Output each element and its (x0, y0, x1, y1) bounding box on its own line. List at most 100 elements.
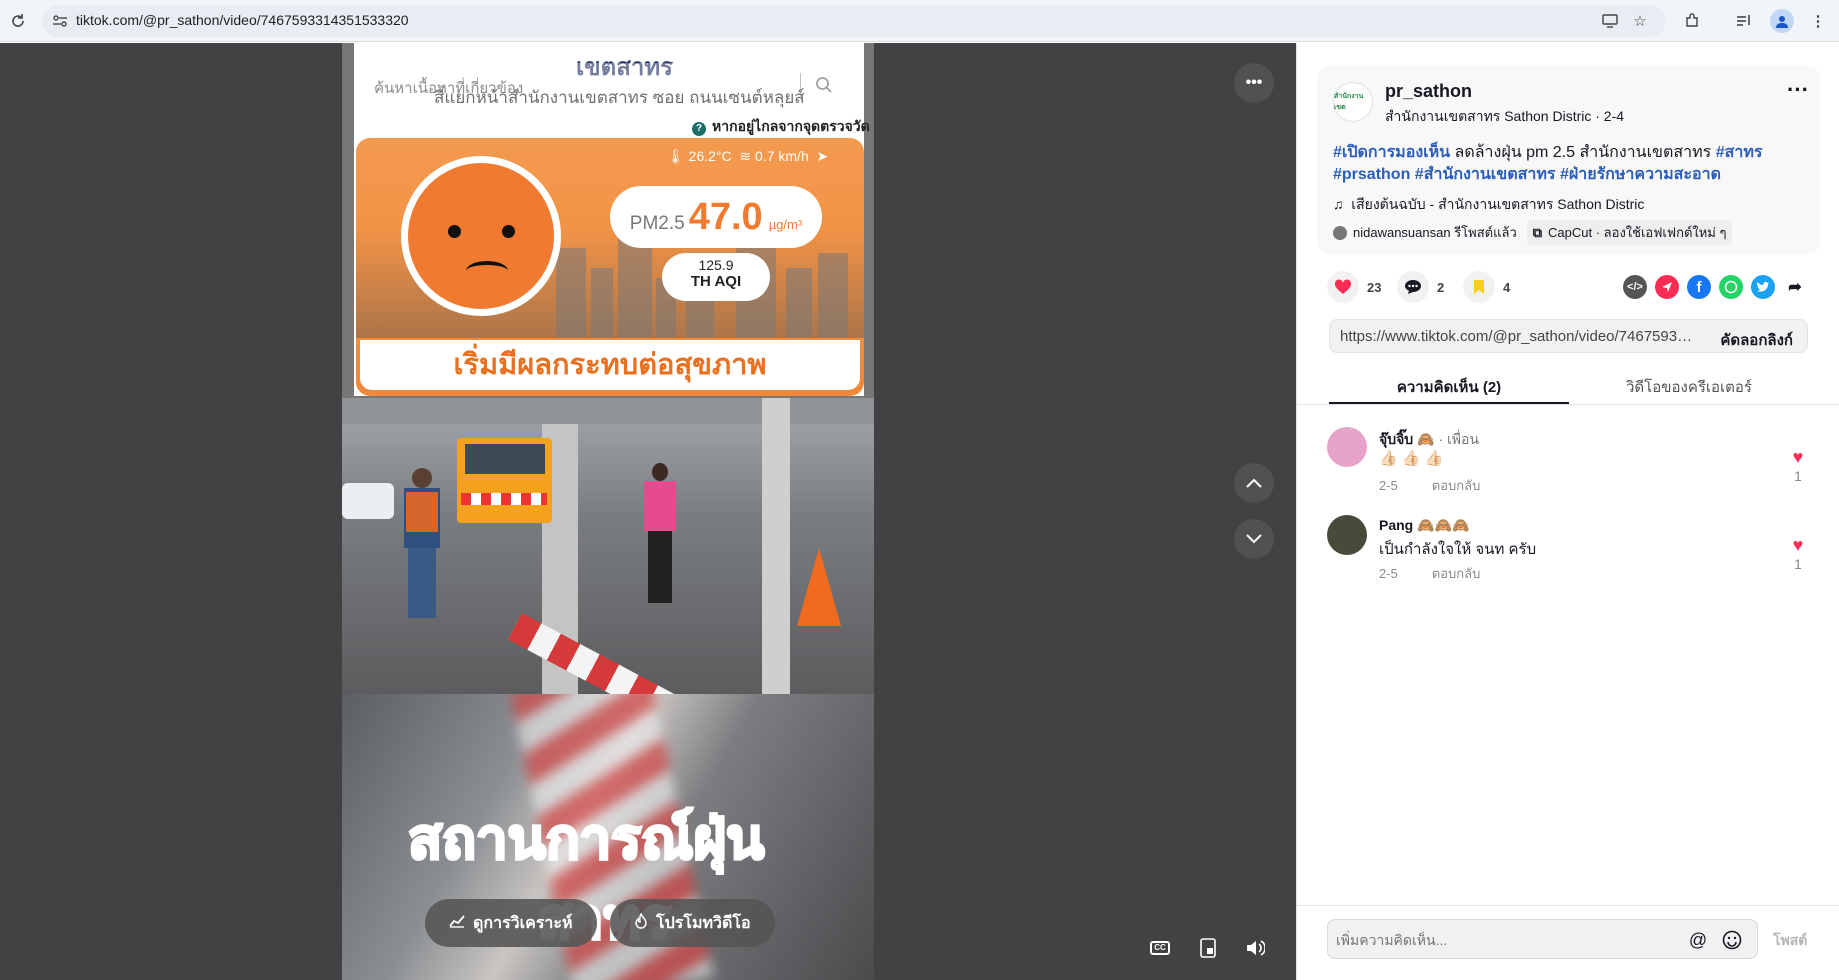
video-player-area: เขตสาทร สี่แยกหน้าสำนักงานเขตสาทร ซอย ถน… (0, 43, 1296, 980)
wind-value: 0.7 km/h (755, 148, 809, 164)
repost-text: nidawansuansan รีโพสต์แล้ว (1353, 225, 1517, 240)
chart-icon (449, 914, 465, 932)
tab-comments[interactable]: ความคิดเห็น (2) (1329, 375, 1569, 399)
repost-chip[interactable]: nidawansuansan รีโพสต์แล้ว (1333, 220, 1517, 245)
reply-button[interactable]: ตอบกลับ (1432, 478, 1481, 493)
like-count: 23 (1367, 279, 1382, 295)
music-note-icon: ♫ (1333, 196, 1344, 212)
truck (457, 438, 552, 523)
active-tab-indicator (1329, 402, 1569, 404)
comment-composer: @ โพสต์ (1297, 905, 1839, 980)
music-info[interactable]: ♫ เสียงต้นฉบับ - สำนักงานเขตสาทร Sathon … (1333, 194, 1644, 216)
commenter-name[interactable]: จุ๊บจิ๊บ 🙈 · เพื่อน (1379, 429, 1479, 451)
aqi-label: TH AQI (690, 273, 742, 290)
analytics-button[interactable]: ดูการวิเคราะห์ (425, 899, 597, 947)
address-bar[interactable]: tiktok.com/@pr_sathon/video/746759331435… (42, 5, 1666, 37)
commenter-avatar[interactable] (1327, 427, 1367, 467)
mention-icon[interactable]: @ (1686, 928, 1710, 952)
commenter-name[interactable]: Pang 🙈🙈🙈 (1379, 517, 1469, 534)
video-search-bar[interactable]: ค้นหาเนื้อหาที่เกี่ยวข้อง (356, 63, 856, 107)
post-more-icon[interactable]: ··· (1784, 79, 1812, 108)
car (342, 483, 394, 519)
browser-toolbar: tiktok.com/@pr_sathon/video/746759331435… (0, 0, 1839, 42)
promote-label: โปรโมทวิดีโอ (656, 914, 751, 932)
heart-icon (1327, 271, 1359, 303)
bookmark-star-icon[interactable]: ☆ (1630, 11, 1650, 31)
hashtag-link[interactable]: #prsathon (1333, 166, 1410, 183)
promote-button[interactable]: โปรโมทวิดีโอ (610, 899, 775, 947)
more-options-icon[interactable]: ••• (1234, 63, 1274, 103)
comment-meta: 2-5 ตอบกลับ (1379, 563, 1480, 584)
flame-icon (634, 912, 648, 933)
post-info-card: สำนักงานเขต pr_sathon สำนักงานเขตสาทร Sa… (1317, 66, 1820, 254)
chevron-down-icon[interactable] (1234, 519, 1274, 559)
floating-player-icon[interactable] (1193, 933, 1223, 963)
comment-like[interactable]: ♥ 1 (1786, 447, 1810, 484)
pm-unit: µg/m³ (768, 217, 803, 232)
twitter-icon[interactable] (1751, 275, 1775, 299)
comment-like-count: 1 (1794, 468, 1802, 484)
extensions-icon[interactable] (1680, 9, 1704, 33)
send-icon[interactable] (1655, 275, 1679, 299)
post-chips: nidawansuansan รีโพสต์แล้ว ⧉ CapCut · ลอง… (1333, 220, 1733, 245)
comment-input[interactable] (1336, 929, 1666, 951)
hashtag-link[interactable]: #สาทร (1716, 144, 1763, 161)
site-info-icon[interactable] (50, 11, 70, 31)
worker-figure (398, 468, 446, 618)
like-button[interactable]: 23 (1327, 271, 1381, 303)
search-icon[interactable] (812, 73, 836, 97)
video-caption-line1: สถานการณ์ฝุ่น (406, 806, 765, 872)
blurred-footage: สถานการณ์ฝุ่น สาทร (342, 694, 874, 980)
comment-like[interactable]: ♥ 1 (1786, 535, 1810, 572)
video-search-placeholder: ค้นหาเนื้อหาที่เกี่ยวข้อง (374, 80, 524, 97)
hashtag-link[interactable]: #ฝ่ายรักษาความสะอาด (1560, 166, 1721, 183)
hashtag-link[interactable]: #เปิดการมองเห็น (1333, 144, 1450, 161)
video-link[interactable]: https://www.tiktok.com/@pr_sathon/video/… (1340, 328, 1700, 345)
facebook-icon[interactable]: f (1687, 275, 1711, 299)
chevron-up-icon[interactable] (1234, 463, 1274, 503)
aqi-index: 125.9 TH AQI (662, 253, 770, 301)
commenter-name-text: จุ๊บจิ๊บ 🙈 (1379, 431, 1435, 447)
hashtag-link[interactable]: #สำนักงานเขตสาทร (1415, 166, 1556, 183)
avatar[interactable]: สำนักงานเขต (1333, 82, 1373, 122)
copy-link-button[interactable]: คัดลอกลิงก์ (1720, 328, 1793, 352)
heart-icon: ♥ (1792, 447, 1804, 467)
whatsapp-icon[interactable] (1719, 275, 1743, 299)
reposter-avatar (1333, 225, 1347, 240)
username[interactable]: pr_sathon (1385, 81, 1472, 102)
pedestrian-figure (640, 463, 680, 603)
heart-icon: ♥ (1792, 535, 1804, 555)
comment-like-count: 1 (1794, 556, 1802, 572)
menu-dots-icon[interactable]: ⋮ (1806, 9, 1830, 33)
media-controls-icon[interactable] (1732, 9, 1756, 33)
description-text: ลดล้างฝุ่น pm 2.5 สำนักงานเขตสาทร (1450, 144, 1716, 161)
weather-readout: 🌡 26.2°C ≋ 0.7 km/h ➤ (667, 148, 828, 165)
captions-icon[interactable]: CC (1145, 933, 1175, 963)
thermometer-icon: 🌡 (667, 148, 685, 164)
street-cleaning-scene (342, 398, 874, 694)
tab-creator-videos[interactable]: วิดีโอของครีเอเตอร์ (1569, 375, 1809, 399)
save-button[interactable]: 4 (1463, 271, 1510, 303)
share-arrow-icon[interactable]: ➦ (1783, 275, 1807, 299)
comment-date: 2-5 (1379, 566, 1398, 581)
emoji-icon[interactable] (1720, 928, 1744, 952)
music-title: เสียงต้นฉบับ - สำนักงานเขตสาทร Sathon Di… (1351, 196, 1645, 212)
profile-icon[interactable] (1770, 9, 1794, 33)
post-comment-button[interactable]: โพสต์ (1773, 930, 1807, 952)
commenter-name-text: Pang 🙈🙈🙈 (1379, 517, 1470, 533)
comment-input-box[interactable]: @ (1327, 919, 1758, 959)
reply-button[interactable]: ตอบกลับ (1432, 566, 1481, 581)
reload-icon[interactable] (6, 9, 30, 33)
capcut-text: CapCut · ลองใช้เอฟเฟกต์ใหม่ ๆ (1548, 225, 1727, 240)
embed-icon[interactable]: </> (1623, 275, 1647, 299)
comment-button[interactable]: 2 (1397, 271, 1444, 303)
url-text[interactable]: tiktok.com/@pr_sathon/video/746759331435… (76, 12, 409, 28)
aqi-status: เริ่มมีผลกระทบต่อสุขภาพ (360, 340, 860, 390)
install-app-icon[interactable] (1600, 11, 1620, 31)
capcut-chip[interactable]: ⧉ CapCut · ลองใช้เอฟเฟกต์ใหม่ ๆ (1526, 220, 1733, 245)
video-frame[interactable]: เขตสาทร สี่แยกหน้าสำนักงานเขตสาทร ซอย ถน… (342, 43, 874, 980)
volume-icon[interactable] (1240, 933, 1270, 963)
nickname-date: สำนักงานเขตสาทร Sathon Distric · 2-4 (1385, 108, 1625, 124)
commenter-avatar[interactable] (1327, 515, 1367, 555)
comment-icon (1397, 271, 1429, 303)
